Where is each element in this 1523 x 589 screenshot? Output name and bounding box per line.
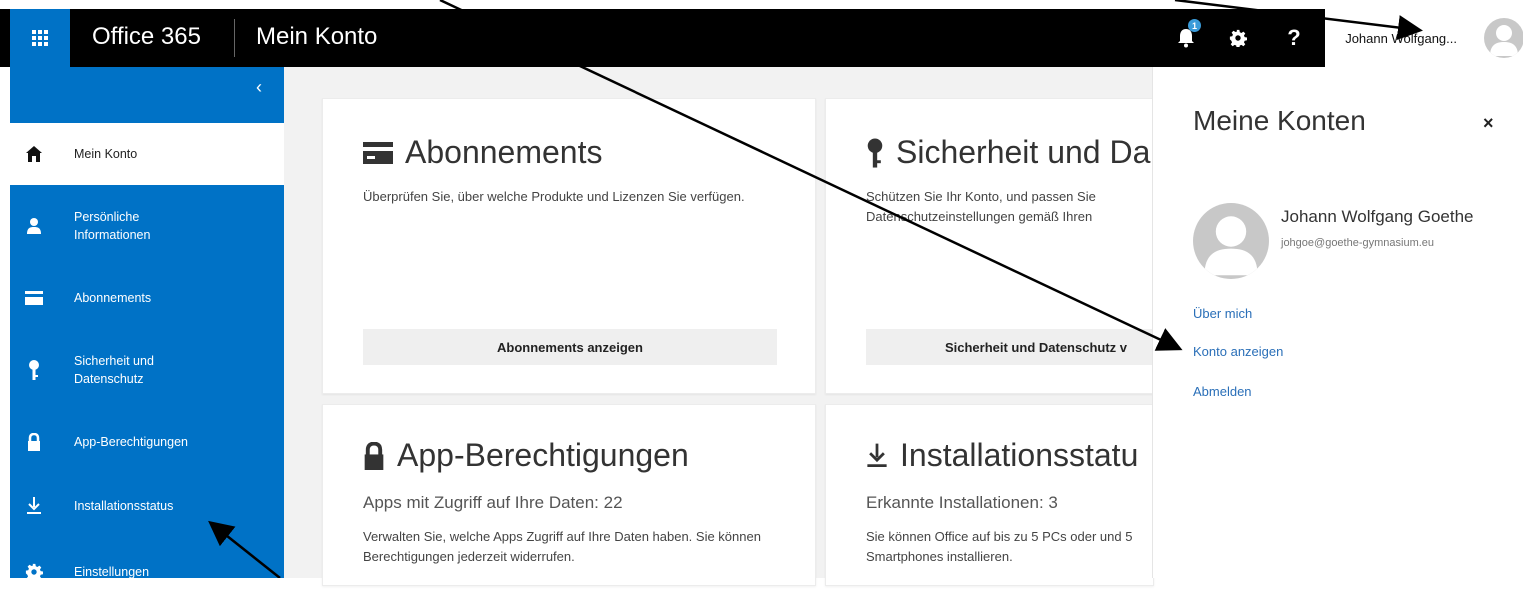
card-title: Sicherheit und Da bbox=[866, 134, 1150, 171]
card-title-text: App-Berechtigungen bbox=[397, 437, 689, 473]
nav-item-label: Mein Konto bbox=[74, 147, 138, 161]
card-abonnements: Abonnements Überprüfen Sie, über welche … bbox=[322, 98, 816, 394]
nav-item-label: Sicherheit und Datenschutz bbox=[74, 354, 154, 386]
nav-item-mein-konto[interactable]: Mein Konto bbox=[10, 123, 284, 185]
account-name: Johann Wolfgang Goethe bbox=[1281, 207, 1474, 226]
user-avatar[interactable] bbox=[1484, 18, 1523, 58]
card-installationsstatus: Installationsstatu Erkannte Installation… bbox=[825, 404, 1154, 586]
nav-item-label: App-Berechtigungen bbox=[74, 435, 188, 449]
gear-icon bbox=[12, 563, 56, 581]
card-icon bbox=[363, 141, 393, 164]
download-icon bbox=[866, 443, 888, 469]
account-avatar bbox=[1193, 203, 1269, 279]
nav-item-label: Einstellungen bbox=[74, 565, 150, 579]
card-subtitle: Erkannte Installationen: 3 bbox=[866, 493, 1058, 512]
my-accounts-panel: Meine Konten × Johann Wolfgang Goethe jo… bbox=[1152, 67, 1523, 578]
top-bar: Office 365 Mein Konto 1 ? bbox=[0, 9, 1325, 67]
collapse-nav-button[interactable]: ‹ bbox=[256, 77, 262, 98]
key-icon bbox=[12, 359, 56, 381]
abmelden-link[interactable]: Abmelden bbox=[1193, 384, 1252, 399]
nav-item-label: Abonnements bbox=[74, 291, 152, 305]
nav-item-label: Persönliche Informationen bbox=[74, 210, 151, 242]
person-placeholder-icon bbox=[1204, 216, 1258, 276]
settings-button[interactable] bbox=[1212, 9, 1264, 67]
account-email: johgoe@goethe-gymnasium.eu bbox=[1281, 237, 1435, 249]
card-title: Installationsstatu bbox=[866, 437, 1138, 474]
notifications-button[interactable]: 1 bbox=[1160, 9, 1212, 67]
nav-item-label: Installationsstatus bbox=[74, 499, 174, 513]
ueber-mich-link[interactable]: Über mich bbox=[1193, 306, 1252, 321]
person-icon bbox=[12, 217, 56, 235]
card-app-berechtigungen: App-Berechtigungen Apps mit Zugriff auf … bbox=[322, 404, 816, 586]
waffle-icon bbox=[32, 30, 48, 46]
card-description: Überprüfen Sie, über welche Produkte und… bbox=[363, 189, 745, 204]
card-subtitle: Apps mit Zugriff auf Ihre Daten: 22 bbox=[363, 493, 623, 512]
gear-icon bbox=[1229, 29, 1247, 47]
card-title: App-Berechtigungen bbox=[363, 437, 689, 474]
nav-item-installationsstatus[interactable]: Installationsstatus bbox=[10, 489, 284, 523]
konto-anzeigen-link[interactable]: Konto anzeigen bbox=[1193, 344, 1283, 359]
card-description: Verwalten Sie, welche Apps Zugriff auf I… bbox=[363, 529, 761, 564]
card-sicherheit: Sicherheit und Da Schützen Sie Ihr Konto… bbox=[825, 98, 1154, 394]
card-description: Sie können Office auf bis zu 5 PCs oder … bbox=[866, 529, 1133, 564]
card-title: Abonnements bbox=[363, 134, 602, 171]
app-title[interactable]: Mein Konto bbox=[256, 23, 377, 51]
divider bbox=[234, 19, 235, 57]
nav-item-einstellungen[interactable]: Einstellungen bbox=[10, 555, 284, 589]
nav-item-sicherheit[interactable]: Sicherheit und Datenschutz bbox=[10, 345, 284, 395]
download-icon bbox=[12, 497, 56, 515]
panel-title: Meine Konten bbox=[1193, 105, 1366, 136]
brand-title[interactable]: Office 365 bbox=[92, 23, 201, 51]
lock-icon bbox=[12, 433, 56, 451]
card-description: Schützen Sie Ihr Konto, und passen Sie D… bbox=[866, 189, 1096, 224]
help-button[interactable]: ? bbox=[1268, 9, 1320, 67]
key-icon bbox=[866, 137, 884, 169]
card-title-text: Sicherheit und Da bbox=[896, 134, 1151, 170]
user-name-button[interactable]: Johann Wolfgang... bbox=[1325, 9, 1465, 67]
lock-icon bbox=[363, 441, 385, 470]
left-navigation: ‹ Mein Konto Persönliche Informationen A… bbox=[10, 67, 284, 581]
nav-item-app-berechtigungen[interactable]: App-Berechtigungen bbox=[10, 425, 284, 459]
app-launcher-button[interactable] bbox=[10, 9, 70, 67]
person-placeholder-icon bbox=[1490, 25, 1518, 56]
close-icon[interactable]: × bbox=[1483, 113, 1494, 134]
home-icon bbox=[12, 145, 56, 163]
notification-badge: 1 bbox=[1188, 19, 1201, 32]
sicherheit-datenschutz-button[interactable]: Sicherheit und Datenschutz v bbox=[866, 329, 1153, 365]
card-title-text: Installationsstatu bbox=[900, 437, 1139, 473]
card-title-text: Abonnements bbox=[405, 134, 603, 170]
abonnements-anzeigen-button[interactable]: Abonnements anzeigen bbox=[363, 329, 777, 365]
nav-item-persoenliche-informationen[interactable]: Persönliche Informationen bbox=[10, 201, 284, 251]
card-icon bbox=[12, 291, 56, 305]
nav-item-abonnements[interactable]: Abonnements bbox=[10, 281, 284, 315]
